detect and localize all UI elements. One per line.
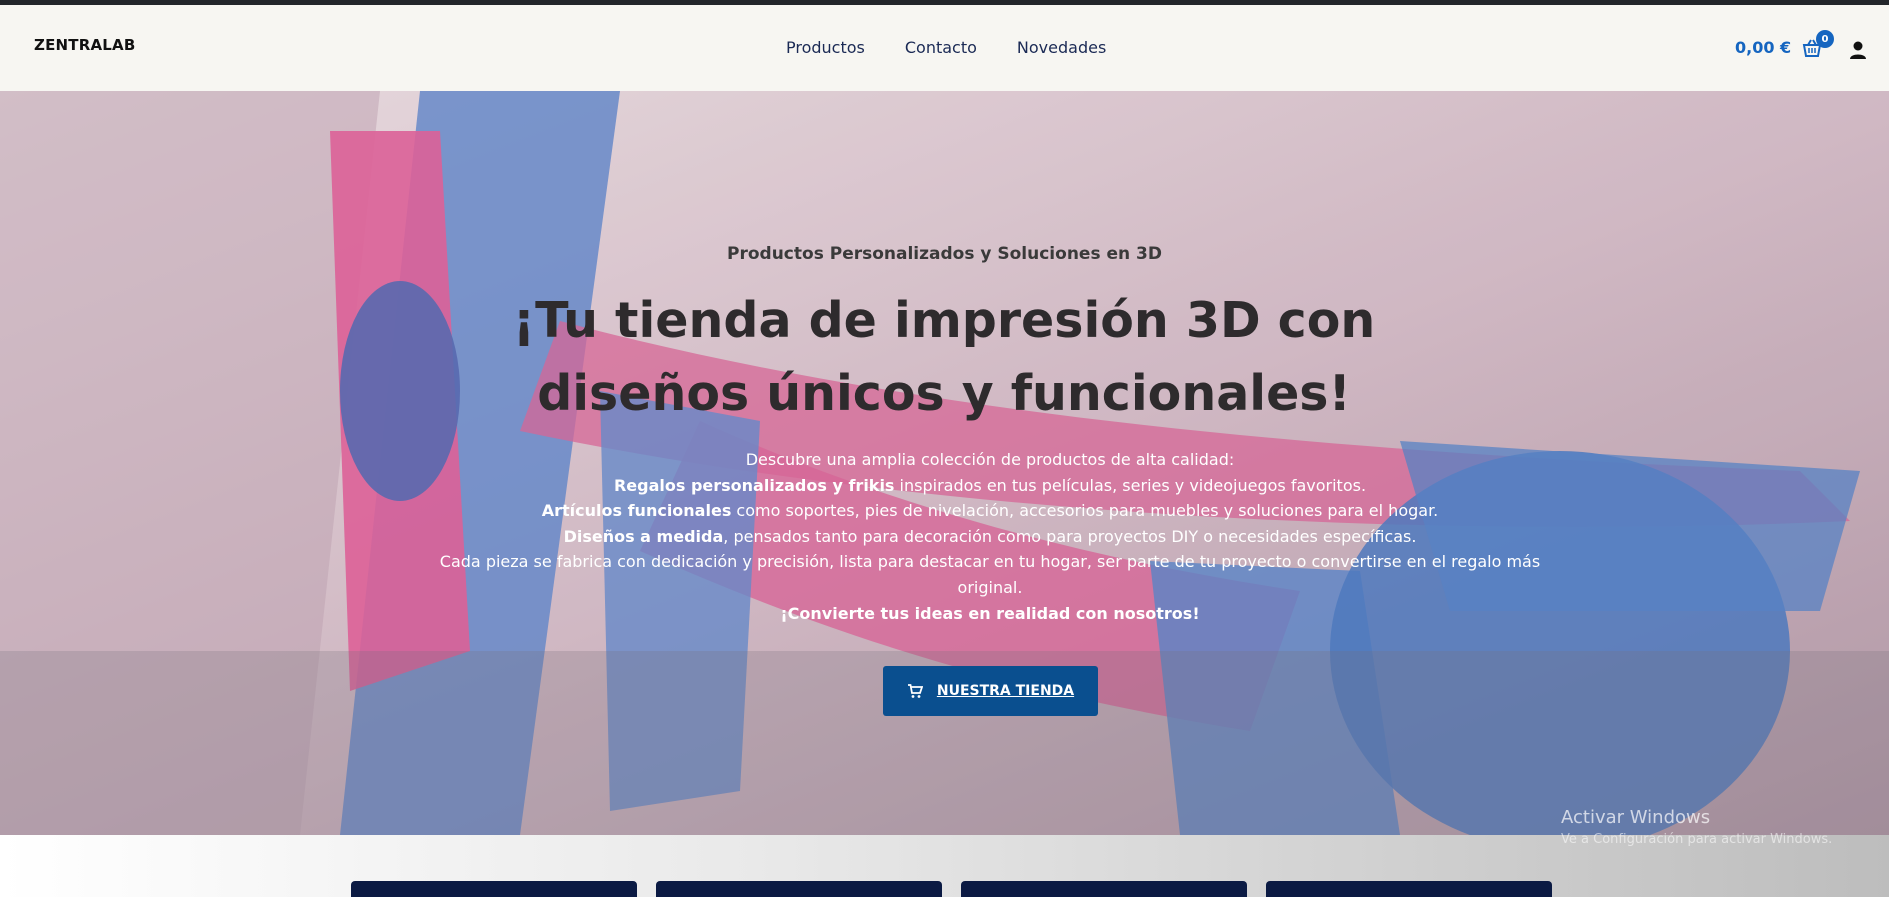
hero-line-4: Cada pieza se fabrica con dedicación y p…: [439, 552, 1541, 597]
category-card[interactable]: [351, 881, 637, 897]
hero-line-2-text: como soportes, pies de nivelación, acces…: [731, 501, 1439, 521]
nav-novedades[interactable]: Novedades: [1017, 38, 1106, 57]
category-card[interactable]: [656, 881, 942, 897]
hero-description: Descubre una amplia colección de product…: [430, 447, 1550, 626]
shop-button-label: NUESTRA TIENDA: [936, 683, 1075, 699]
main-nav: Productos Contacto Novedades: [786, 38, 1106, 57]
windows-activation-subtitle: Ve a Configuración para activar Windows.: [1561, 832, 1833, 847]
nav-productos[interactable]: Productos: [786, 38, 865, 57]
user-icon[interactable]: [1848, 40, 1868, 60]
hero-line-3-text: , pensados tanto para decoración como pa…: [723, 526, 1417, 546]
hero-line-3: Diseños a medida, pensados tanto para de…: [430, 524, 1550, 550]
cart-total[interactable]: 0,00 €: [1735, 38, 1791, 57]
shop-button[interactable]: NUESTRA TIENDA: [883, 666, 1098, 716]
cart-count-badge: 0: [1816, 30, 1834, 48]
hero-line-3-bold: Diseños a medida: [563, 526, 724, 546]
hero-banner: Productos Personalizados y Soluciones en…: [0, 91, 1889, 835]
cart-icon: [907, 684, 923, 698]
hero-intro: Descubre una amplia colección de product…: [745, 450, 1235, 469]
category-card[interactable]: [961, 881, 1247, 897]
site-header: ZENTRALAB Productos Contacto Novedades 0…: [0, 5, 1889, 91]
hero-line-2-bold: Artículos funcionales: [541, 501, 732, 521]
hero-subtitle: Productos Personalizados y Soluciones en…: [727, 244, 1162, 264]
category-card[interactable]: [1266, 881, 1552, 897]
hero-headline: ¡Tu tienda de impresión 3D con diseños ú…: [512, 292, 1376, 422]
hero-closing: ¡Convierte tus ideas en realidad con nos…: [430, 601, 1550, 627]
windows-activation-title: Activar Windows: [1561, 807, 1711, 828]
hero-line-1: Regalos personalizados y frikis inspirad…: [430, 473, 1550, 499]
hero-closing-bold: ¡Convierte tus ideas en realidad con nos…: [780, 603, 1200, 623]
nav-contacto[interactable]: Contacto: [905, 38, 977, 57]
hero-line-2: Artículos funcionales como soportes, pie…: [430, 498, 1550, 524]
brand-logo[interactable]: ZENTRALAB: [34, 36, 135, 54]
hero-line-1-text: inspirados en tus películas, series y vi…: [894, 475, 1367, 495]
hero-line-1-bold: Regalos personalizados y frikis: [613, 475, 895, 495]
